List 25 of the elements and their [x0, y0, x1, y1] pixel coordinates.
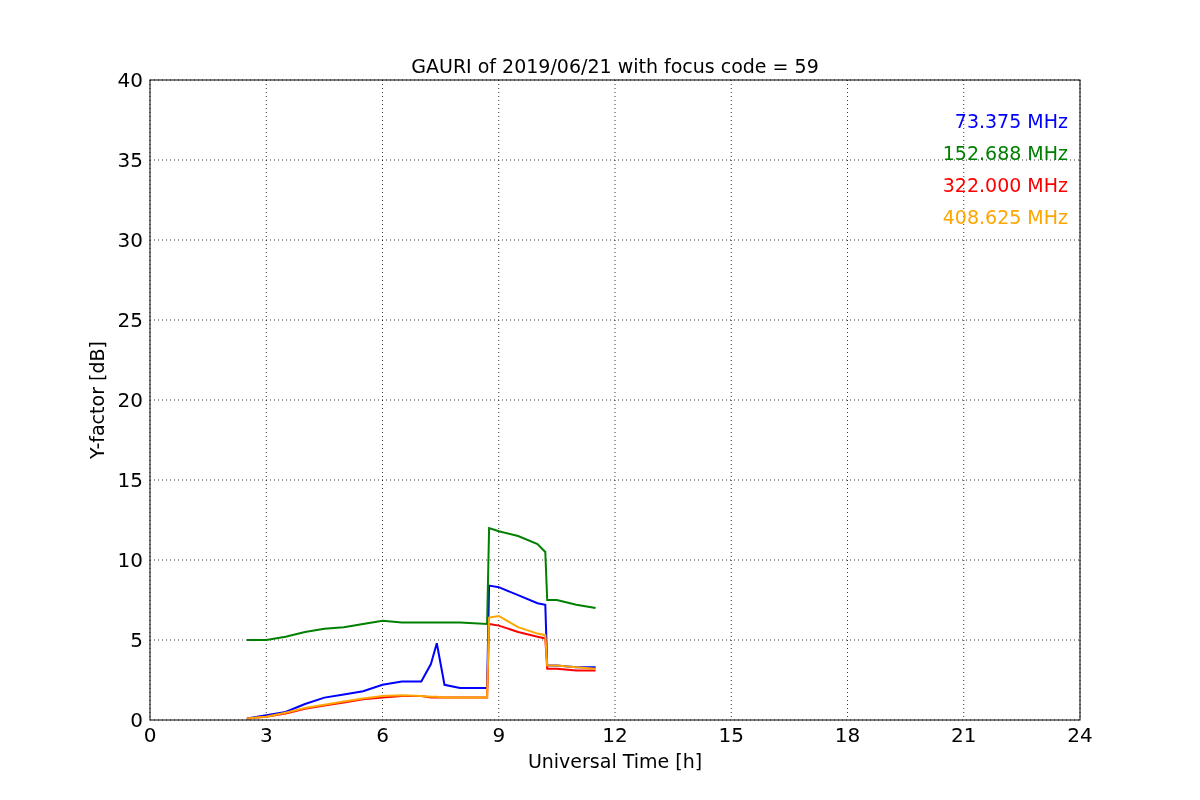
tick-label: 35: [117, 148, 143, 172]
axis-label: Y-factor [dB]: [86, 341, 108, 459]
legend-label: 322.000 MHz: [942, 174, 1068, 196]
tick-label: 0: [143, 723, 157, 747]
tick-label: 21: [951, 723, 977, 747]
tick-label: 24: [1067, 723, 1093, 747]
legend-label: 408.625 MHz: [942, 206, 1068, 228]
tick-label: 6: [376, 723, 389, 747]
chart-title: GAURI of 2019/06/21 with focus code = 59: [411, 55, 819, 77]
tick-label: 40: [117, 68, 143, 92]
legend-label: 73.375 MHz: [954, 110, 1068, 132]
tick-label: 12: [602, 723, 628, 747]
legend-label: 152.688 MHz: [942, 142, 1068, 164]
tick-label: 9: [492, 723, 506, 747]
tick-label: 15: [718, 723, 744, 747]
axis-label: Universal Time [h]: [527, 750, 703, 772]
tick-label: 3: [259, 723, 273, 747]
tick-label: 20: [117, 388, 143, 412]
tick-label: 25: [117, 308, 143, 332]
tick-label: 0: [130, 708, 143, 732]
tick-label: 18: [834, 723, 861, 747]
tick-label: 15: [117, 468, 143, 492]
tick-label: 30: [117, 228, 143, 252]
tick-label: 10: [117, 548, 143, 572]
tick-label: 5: [130, 628, 143, 652]
